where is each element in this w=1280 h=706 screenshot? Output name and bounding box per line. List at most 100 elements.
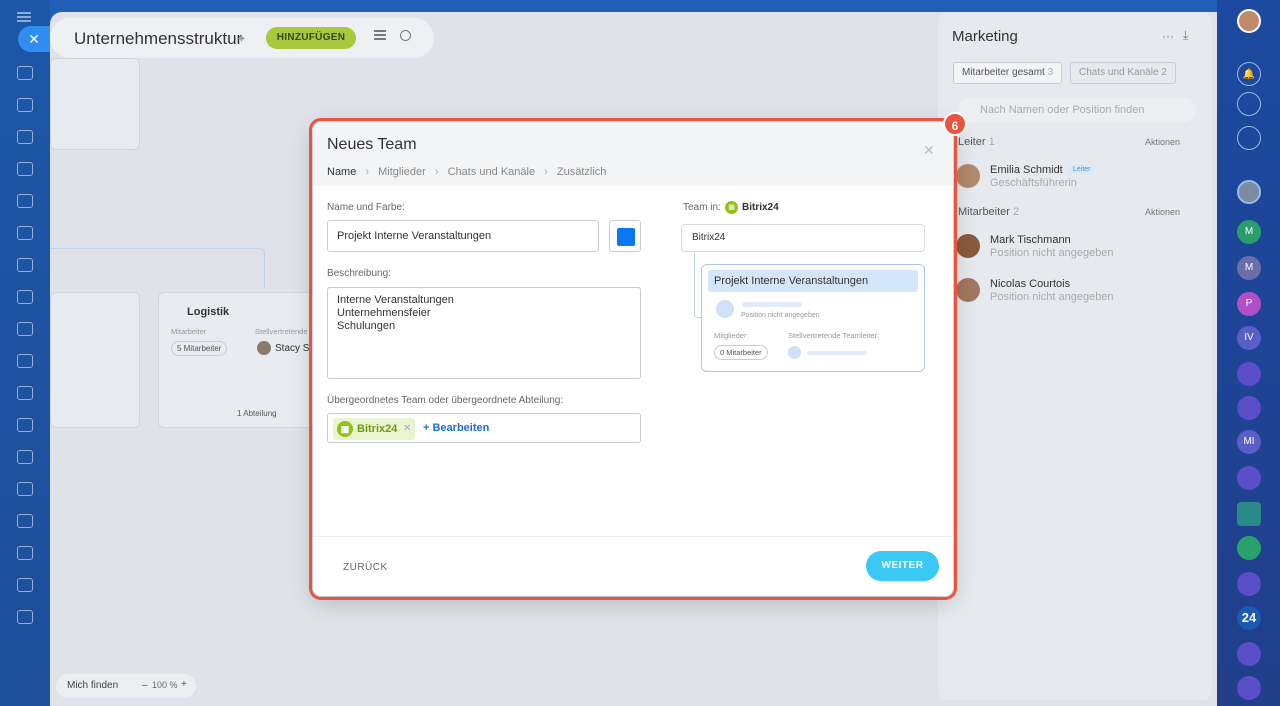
logistik-card[interactable]: Logistik Mitarbeiter Stellvertretende 5 … [158,292,318,428]
org-connector [50,248,265,288]
zoom-level: 100 % [152,680,178,690]
filter-icon[interactable] [17,418,33,432]
description-textarea[interactable]: Interne Veranstaltungen Unternehmensfeie… [327,287,641,379]
bitrix24-icon[interactable]: 24 [1237,606,1261,630]
section-employees: Mitarbeiter 2 [958,206,1019,218]
group-chat-icon[interactable] [1237,572,1261,596]
chat-icon[interactable] [17,258,33,272]
storage-icon[interactable] [17,514,33,528]
help-icon[interactable] [17,610,33,624]
avatar[interactable]: M [1237,256,1261,280]
avatar[interactable]: M [1237,220,1261,244]
analytics-icon[interactable] [17,354,33,368]
placeholder-avatar-icon [716,300,734,318]
step-members[interactable]: Mitglieder [378,166,426,178]
search-icon[interactable] [400,30,411,41]
chat-search-icon[interactable] [1237,126,1261,150]
group-chat-icon[interactable] [1237,362,1261,386]
employee-name[interactable]: Nicolas Courtois [990,278,1070,290]
avatar [956,278,980,302]
documents-icon[interactable] [17,194,33,208]
leader-name[interactable]: Emilia Schmidt [990,164,1063,176]
bottom-controls: Mich finden – 100 % + [56,674,196,698]
dialog-title: Neues Team [327,136,417,153]
user-avatar[interactable] [1237,9,1261,33]
employee-count-badge[interactable]: 5 Mitarbeiter [171,341,228,356]
cart-icon[interactable] [17,386,33,400]
new-team-dialog: Neues Team ✕ Name › Mitglieder › Chats u… [309,118,957,600]
step-additional[interactable]: Zusätzlich [557,166,607,178]
avatar [956,234,980,258]
avatar[interactable]: IV [1237,326,1261,350]
group-chat-icon[interactable] [1237,466,1261,490]
preview-members-count: 0 Mitarbeiter [714,345,768,360]
step-name[interactable]: Name [327,166,356,178]
abteilung-toggle[interactable]: 1 Abteilung [237,409,277,418]
home-icon[interactable] [17,66,33,80]
copilot-icon[interactable] [1237,92,1261,116]
tasks-icon[interactable] [17,130,33,144]
avatar[interactable]: MI [1237,430,1261,454]
placeholder-bar [742,302,802,307]
step-chats[interactable]: Chats und Kanäle [448,166,535,178]
company-icon[interactable] [17,546,33,560]
section-leader: Leiter 1 [958,136,995,148]
stellvertretende-label: Stellvertretende [255,327,308,336]
zoom-in-button[interactable]: + [181,679,187,690]
dialog-footer [313,536,953,596]
next-button[interactable]: WEITER [866,551,939,581]
tab-chats-count: 2 [1161,67,1167,78]
description-label: Beschreibung: [327,268,391,279]
bell-icon[interactable]: 🔔 [1237,62,1261,86]
employee-name[interactable]: Mark Tischmann [990,234,1071,246]
pin-icon[interactable]: ✦ [236,31,247,47]
left-sidebar [0,0,50,706]
remove-tag-icon[interactable]: ✕ [403,418,411,440]
mitarbeiter-label: Mitarbeiter [171,327,207,336]
employee-role: Position nicht angegeben [990,291,1114,303]
more-icon[interactable]: ··· [1162,29,1174,43]
sign-icon[interactable] [17,482,33,496]
group-chat-icon[interactable] [1237,396,1261,420]
team-in-name: Bitrix24 [742,202,779,213]
menu-icon[interactable] [17,12,31,22]
preview-deputy-label: Stellvertretende Teamleiter: [788,331,880,340]
collapse-icon[interactable]: ⤓ [1183,28,1188,43]
edit-parent-link[interactable]: + Bearbeiten [423,422,489,434]
employees-actions-button[interactable]: Aktionen [1145,207,1180,217]
parent-tag[interactable]: ▦ Bitrix24 ✕ [333,418,415,440]
group-chat-icon[interactable] [1237,642,1261,666]
hamburger-icon[interactable] [374,30,386,40]
contacts-icon[interactable] [17,162,33,176]
users-icon[interactable] [17,578,33,592]
back-button[interactable]: ZURÜCK [343,562,388,573]
avatar[interactable] [1237,180,1261,204]
calendar-icon[interactable] [17,290,33,304]
description-line: Schulungen [337,320,396,332]
section-employees-count: 2 [1013,206,1020,218]
deputy-name: Stacy Sl [275,343,312,354]
group-chat-icon[interactable] [1237,676,1261,700]
settings-icon[interactable] [17,450,33,464]
avatar[interactable]: P [1237,292,1261,316]
color-picker[interactable] [609,220,641,252]
name-label: Name und Farbe: [327,202,405,213]
tab-chats[interactable]: Chats und Kanäle 2 [1070,62,1176,84]
feed-icon[interactable] [17,98,33,112]
drive-icon[interactable] [17,226,33,240]
section-employees-label: Mitarbeiter [958,206,1010,218]
lock-icon[interactable] [1237,536,1261,560]
find-me-button[interactable]: Mich finden [67,680,118,691]
checklist-icon[interactable] [17,322,33,336]
chevron-right-icon: › [365,166,370,178]
description-line: Unternehmensfeier [337,307,431,319]
team-name-input[interactable]: Projekt Interne Veranstaltungen [327,220,599,252]
close-slider-button[interactable]: ✕ [18,26,50,52]
close-icon[interactable]: ✕ [923,142,935,159]
zoom-out-button[interactable]: – [142,680,148,691]
employee-search-input[interactable]: Nach Namen oder Position finden [958,98,1196,122]
leader-actions-button[interactable]: Aktionen [1145,137,1180,147]
task-icon[interactable] [1237,502,1261,526]
tab-employees[interactable]: Mitarbeiter gesamt 3 [953,62,1063,84]
add-button[interactable]: HINZUFÜGEN [266,27,356,49]
